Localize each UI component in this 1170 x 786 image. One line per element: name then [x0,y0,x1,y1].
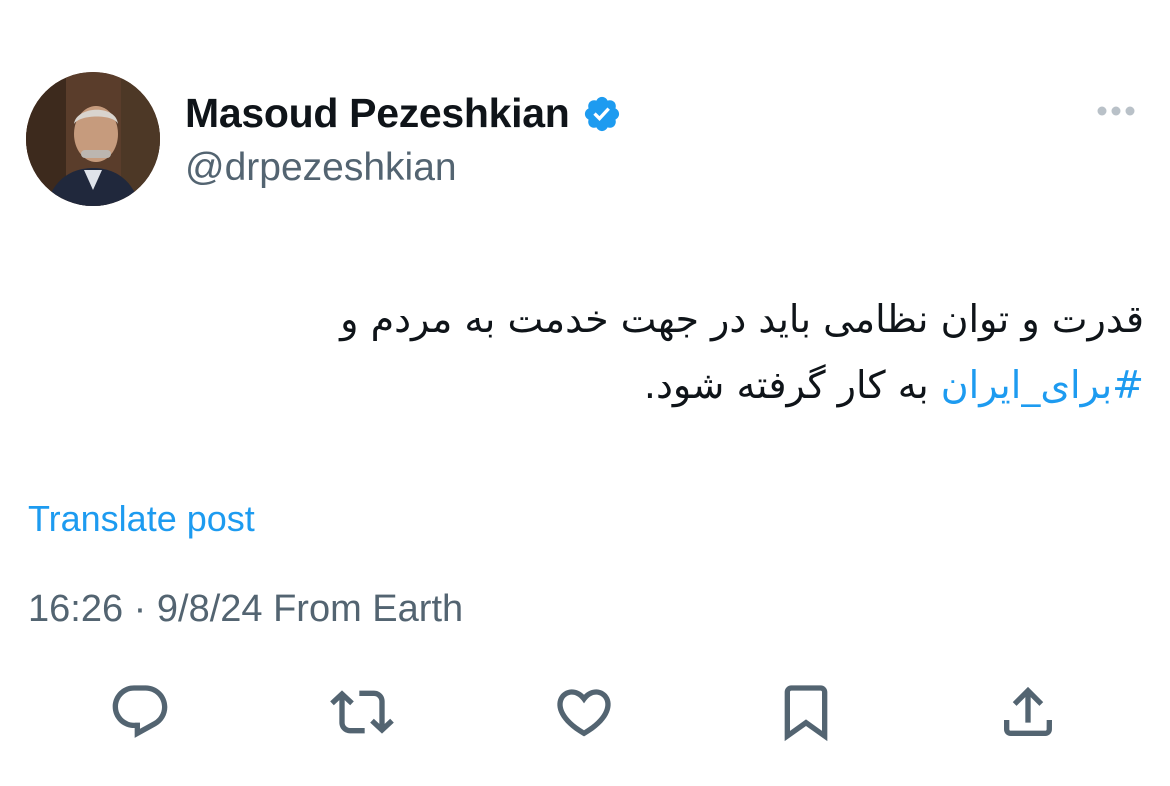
repost-icon [330,690,394,734]
author-handle[interactable]: @drpezeshkian [185,146,457,190]
share-button[interactable] [996,680,1060,744]
repost-button[interactable] [330,680,394,744]
hashtag-link[interactable]: #برای_ایران [941,363,1144,407]
display-name[interactable]: Masoud Pezeshkian [185,90,570,137]
post-metadata: 16:26 · 9/8/24 From Earth [28,588,463,631]
bookmark-button[interactable] [774,680,838,744]
post-text-body: قدرت و توان نظامی باید در جهت خدمت به مر… [340,297,1144,341]
avatar[interactable] [26,72,160,206]
heart-icon [557,689,611,737]
name-row: Masoud Pezeshkian [185,90,622,137]
bookmark-icon [784,685,828,742]
like-button[interactable] [552,680,616,744]
meta-separator: · [123,588,157,630]
tweet-card: Masoud Pezeshkian @drpezeshkian قدرت و ت… [0,0,1170,786]
verified-badge-icon[interactable] [582,94,622,134]
post-time[interactable]: 16:26 [28,588,123,630]
reply-icon [112,685,168,738]
action-bar [0,680,1170,744]
post-text-tail: به کار گرفته شود. [643,363,941,407]
more-options-icon[interactable] [1092,96,1140,126]
avatar-image [26,72,160,206]
reply-button[interactable] [108,680,172,744]
post-date[interactable]: 9/8/24 [157,588,263,630]
post-text: قدرت و توان نظامی باید در جهت خدمت به مر… [150,286,1144,418]
translate-post-link[interactable]: Translate post [28,498,255,540]
post-location: From Earth [273,588,464,630]
share-icon [1004,686,1052,736]
